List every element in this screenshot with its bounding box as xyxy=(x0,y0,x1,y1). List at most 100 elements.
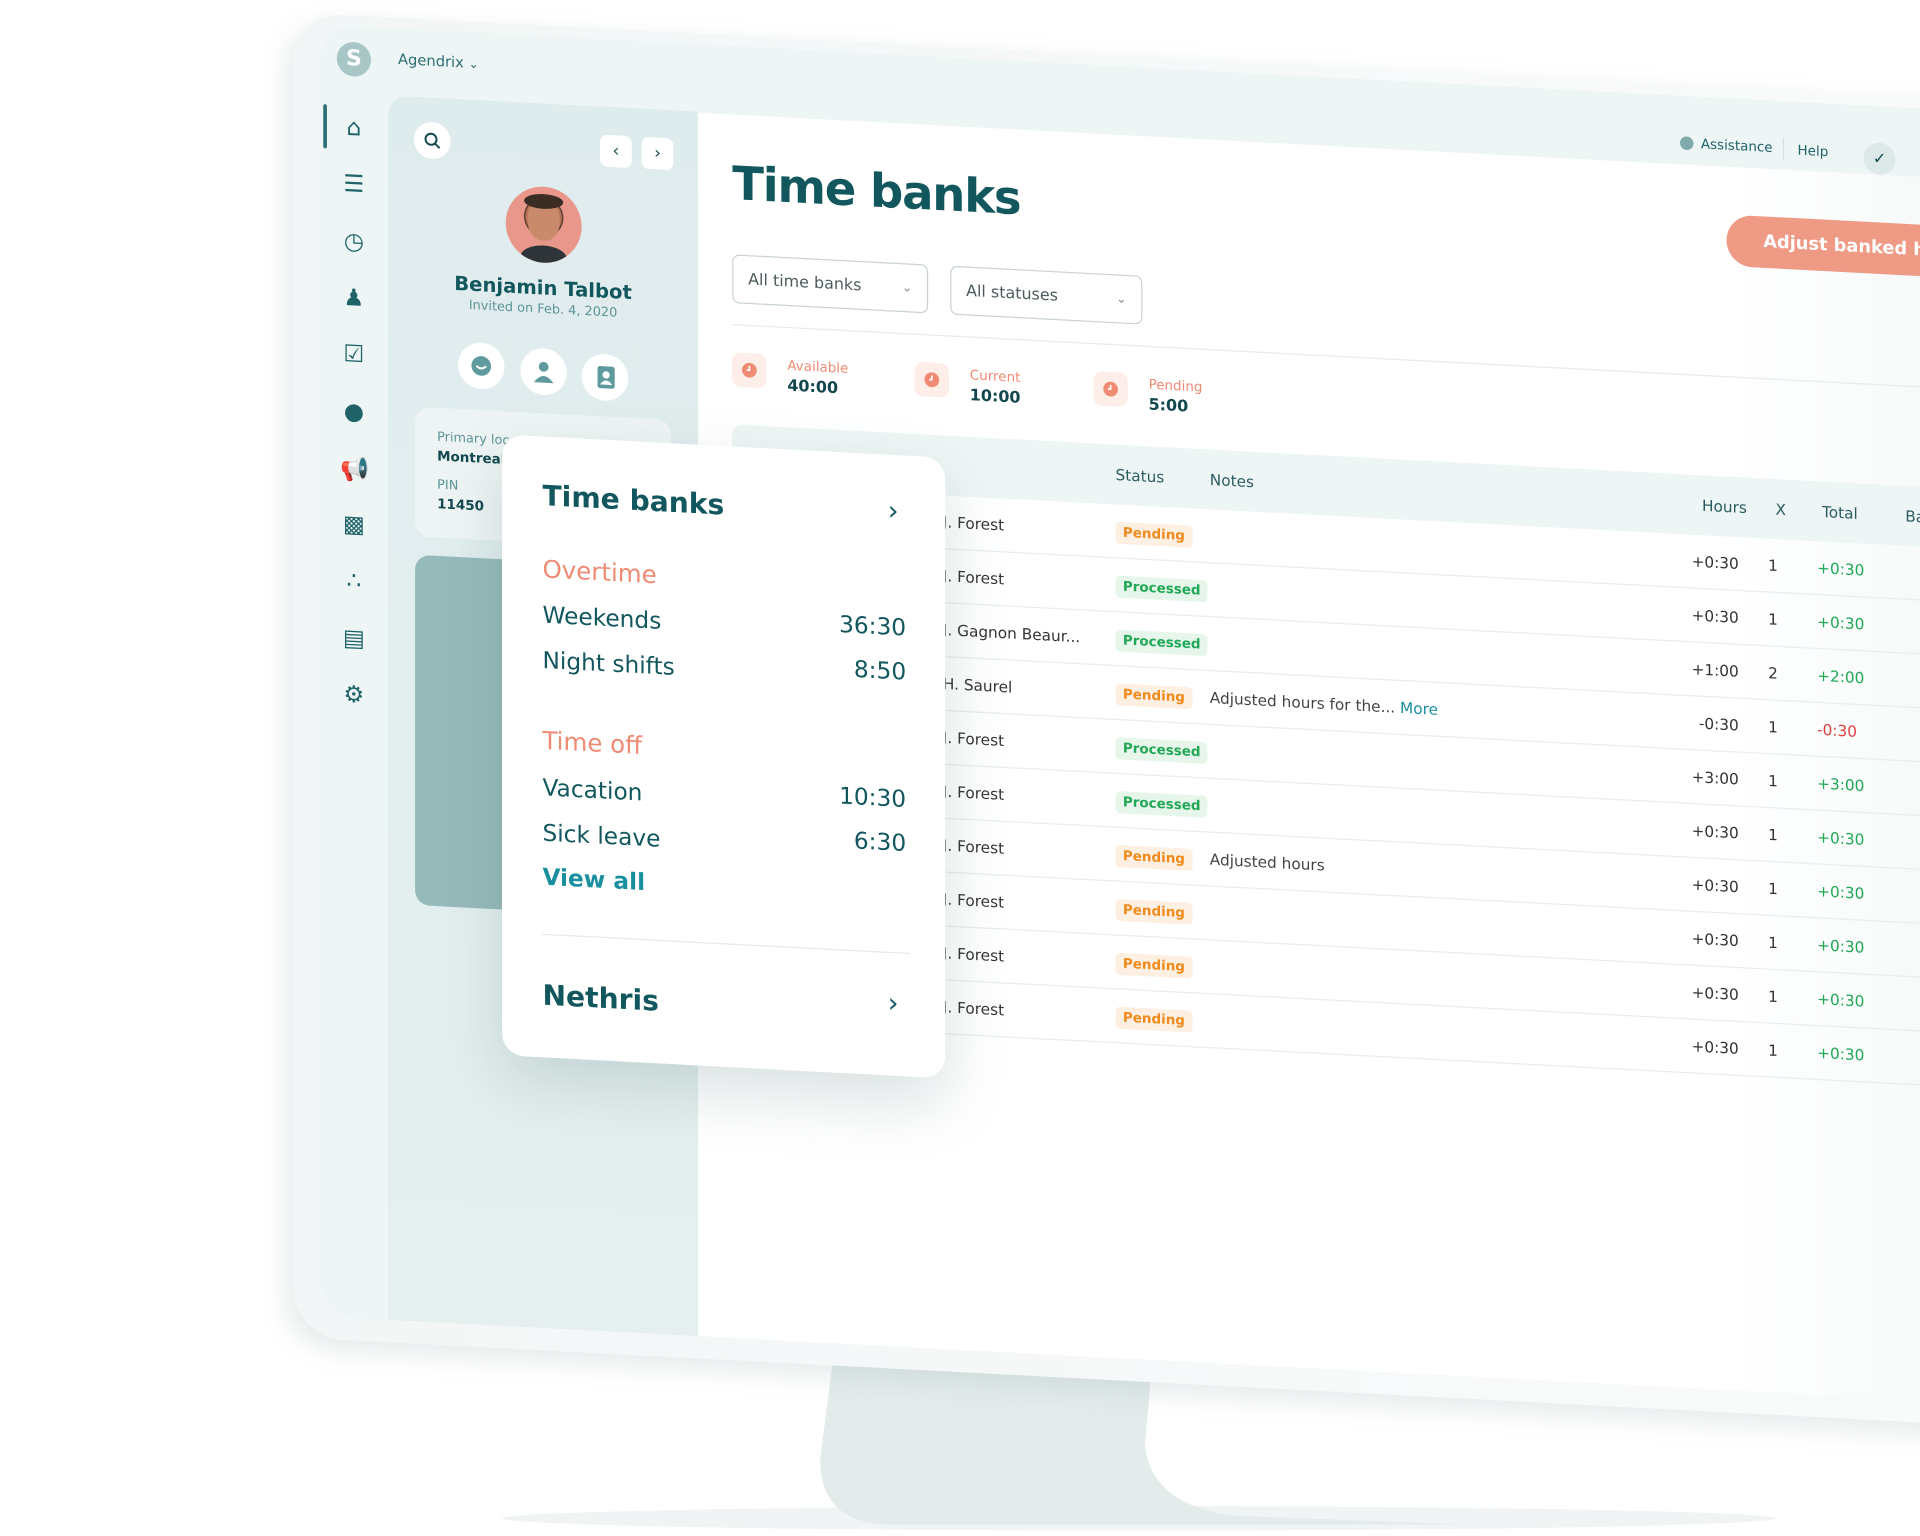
column-x[interactable]: X xyxy=(1776,500,1787,519)
status-badge: Processed xyxy=(1115,629,1208,657)
popover-title[interactable]: Time banks xyxy=(542,481,724,522)
help-link[interactable]: Help xyxy=(1798,142,1829,160)
column-status[interactable]: Status xyxy=(1116,465,1165,486)
adjust-banked-hours-button[interactable]: Adjust banked hour xyxy=(1726,214,1920,283)
total-value: +0:30 xyxy=(1817,881,1865,903)
tasks-icon[interactable]: ☑ xyxy=(340,340,367,369)
notes-text: Adjusted hours for the... xyxy=(1209,688,1396,717)
time-banks-popover: Time banks › Overtime Weekends 36:30 Nig… xyxy=(502,434,946,1079)
reports-icon[interactable]: ▩ xyxy=(340,511,367,539)
employee-name: J. Gagnon Beaur... xyxy=(942,620,1081,646)
hours-value: +0:30 xyxy=(1691,1036,1739,1058)
chevron-left-icon: ‹ xyxy=(612,141,620,162)
stat-label: Available xyxy=(787,357,849,377)
employees-icon[interactable]: ♟ xyxy=(340,284,367,312)
employee-name: J. Forest xyxy=(942,781,1005,804)
divider xyxy=(1782,137,1785,160)
messages-icon[interactable]: ● xyxy=(340,397,367,425)
status-badge: Pending xyxy=(1115,952,1193,979)
chevron-right-icon[interactable]: › xyxy=(888,496,899,527)
chevron-down-icon: ⌄ xyxy=(901,280,913,295)
multiplier-value: 1 xyxy=(1768,771,1778,791)
column-balance[interactable]: Ba xyxy=(1905,507,1920,526)
search-icon xyxy=(424,132,441,149)
assistance-link[interactable]: Assistance xyxy=(1680,135,1773,156)
clock-icon xyxy=(732,352,767,389)
stat-value: 5:00 xyxy=(1148,396,1189,417)
more-link[interactable]: More xyxy=(1400,698,1438,718)
hours-value: +0:30 xyxy=(1691,821,1739,843)
employee-name: J. Forest xyxy=(942,889,1005,912)
total-value: +0:30 xyxy=(1817,1043,1865,1065)
hours-value: +0:30 xyxy=(1691,551,1739,573)
total-value: +0:30 xyxy=(1817,989,1865,1011)
home-icon[interactable]: ⌂ xyxy=(340,114,367,142)
status-filter[interactable]: All statuses ⌄ xyxy=(950,265,1143,325)
status-badge: Pending xyxy=(1115,844,1193,871)
status-filter-value: All statuses xyxy=(966,281,1058,305)
overtime-heading: Overtime xyxy=(542,554,657,590)
employee-name: J. Forest xyxy=(942,512,1005,535)
status-badge: Pending xyxy=(1115,521,1193,548)
contact-book-button[interactable] xyxy=(581,352,629,402)
chevron-right-icon[interactable]: › xyxy=(888,988,899,1019)
hours-value: -0:30 xyxy=(1698,713,1739,735)
account-logo[interactable]: S xyxy=(336,41,372,78)
multiplier-value: 1 xyxy=(1768,717,1778,737)
employee-name: H. Saurel xyxy=(942,674,1013,697)
status-badge: Processed xyxy=(1115,575,1208,603)
primary-location-label: Primary loc xyxy=(437,429,510,449)
chat-bubble-icon xyxy=(1680,136,1694,151)
chevron-down-icon: ⌄ xyxy=(468,57,479,72)
view-all-link[interactable]: View all xyxy=(542,864,645,896)
stat-value: 40:00 xyxy=(787,377,839,399)
message-button[interactable] xyxy=(457,341,505,391)
employee-name: J. Forest xyxy=(942,943,1005,966)
active-nav-indicator xyxy=(323,104,327,149)
multiplier-value: 1 xyxy=(1768,986,1778,1006)
previous-button[interactable]: ‹ xyxy=(600,134,632,169)
monitor-mockup: S Agendrix ⌄ Assistance Help ✓ ⌂ ☰ ◷ ♟ ☑ ● 📢 ▩ ∴… xyxy=(0,0,1920,1536)
billing-icon[interactable]: ▤ xyxy=(340,624,367,652)
stat-value: 10:00 xyxy=(969,386,1021,408)
check-icon[interactable]: ✓ xyxy=(1863,142,1896,176)
hours-value: +0:30 xyxy=(1691,875,1739,896)
page-title: Time banks xyxy=(732,156,1021,226)
multiplier-value: 1 xyxy=(1768,555,1778,575)
night-shifts-value: 8:50 xyxy=(853,656,907,686)
status-badge: Processed xyxy=(1115,737,1208,765)
stat-current: Current 10:00 xyxy=(914,361,1020,408)
stat-label: Pending xyxy=(1148,376,1203,396)
schedule-icon[interactable]: ☰ xyxy=(340,170,367,199)
total-value: +0:30 xyxy=(1817,558,1865,580)
time-off-heading: Time off xyxy=(542,725,643,761)
time-clock-icon[interactable]: ◷ xyxy=(340,227,367,255)
total-value: +3:00 xyxy=(1817,773,1865,795)
clock-icon xyxy=(914,361,949,398)
notes-text: Adjusted hours xyxy=(1209,849,1325,875)
column-notes[interactable]: Notes xyxy=(1210,470,1254,491)
time-bank-filter[interactable]: All time banks ⌄ xyxy=(732,254,929,314)
chevron-down-icon: ⌄ xyxy=(1116,292,1127,307)
employee-name: J. Forest xyxy=(942,728,1005,750)
settings-icon[interactable]: ⚙ xyxy=(340,681,367,709)
column-hours[interactable]: Hours xyxy=(1702,496,1747,517)
profile-button[interactable] xyxy=(520,347,567,397)
announcements-icon[interactable]: 📢 xyxy=(340,454,369,483)
search-button[interactable] xyxy=(413,121,451,160)
org-switcher[interactable]: Agendrix ⌄ xyxy=(398,51,479,72)
address-book-icon xyxy=(597,366,615,389)
time-bank-filter-value: All time banks xyxy=(748,270,862,295)
column-total[interactable]: Total xyxy=(1822,502,1858,522)
nethris-link[interactable]: Nethris xyxy=(542,980,658,1018)
sick-leave-label: Sick leave xyxy=(542,819,661,853)
next-button[interactable]: › xyxy=(641,136,674,171)
avatar xyxy=(505,184,582,265)
hours-value: +0:30 xyxy=(1691,928,1739,950)
org-name: Agendrix xyxy=(397,50,464,72)
user-icon xyxy=(533,361,554,384)
status-badge: Pending xyxy=(1115,1006,1193,1033)
night-shifts-label: Night shifts xyxy=(542,647,675,681)
stat-pending: Pending 5:00 xyxy=(1093,371,1202,416)
integrations-icon[interactable]: ∴ xyxy=(340,567,367,596)
